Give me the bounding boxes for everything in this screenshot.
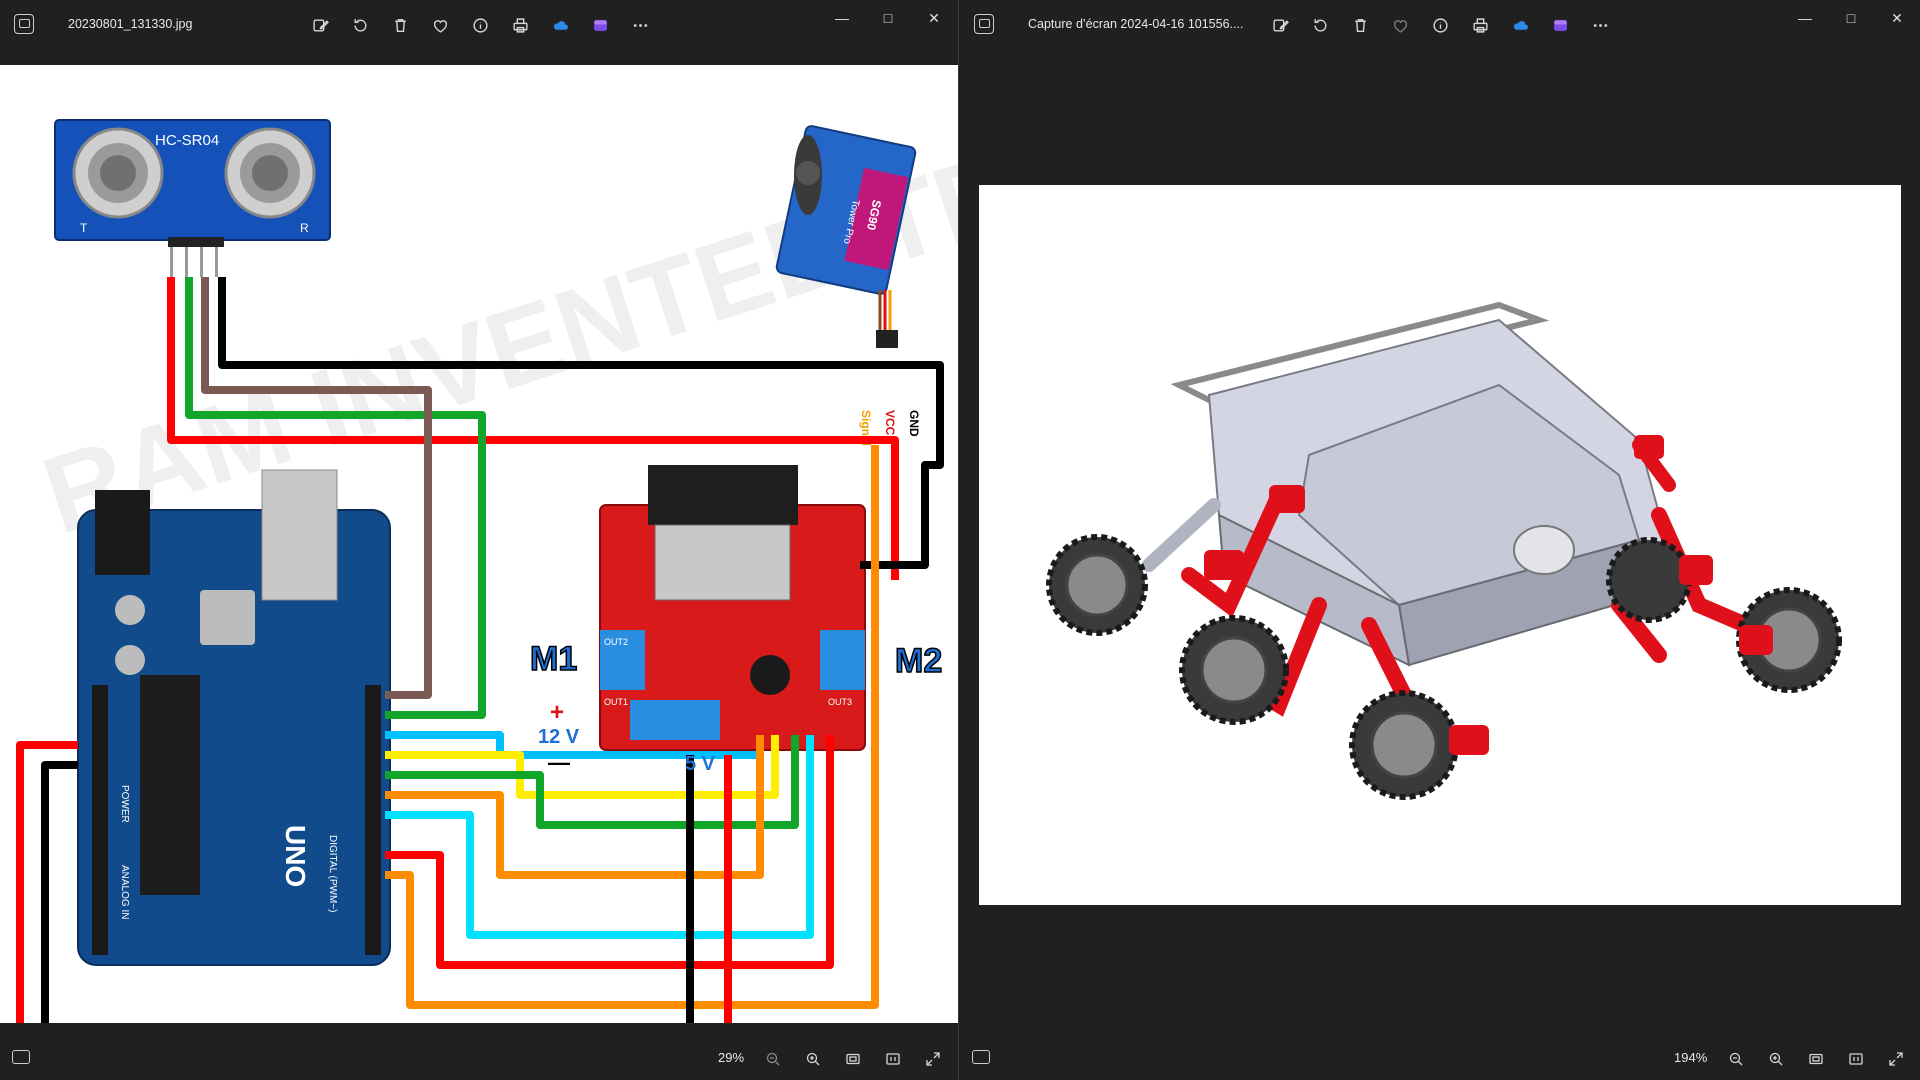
motor-2-label: M2 (895, 642, 942, 680)
board-name: UNO (280, 825, 311, 887)
servo-vcc-label: VCC (883, 410, 897, 436)
sensor-label: HC-SR04 (155, 132, 219, 149)
photos-app-icon (14, 14, 34, 34)
motor-1-label: M1 (530, 640, 577, 678)
delete-icon[interactable] (380, 12, 420, 38)
board-analog-label: ANALOG IN (119, 865, 130, 919)
photos-app-icon (974, 14, 994, 34)
image-toolbar (300, 12, 660, 38)
fit-to-window-icon[interactable] (1796, 1046, 1836, 1072)
more-icon[interactable] (620, 12, 660, 38)
sensor-r-label: R (300, 221, 309, 235)
info-icon[interactable] (460, 12, 500, 38)
info-icon[interactable] (1420, 12, 1460, 38)
out2-label: OUT2 (604, 637, 628, 647)
file-name: Capture d’écran 2024-04-16 101556.... (1028, 17, 1244, 31)
zoom-controls (1716, 1046, 1916, 1072)
wiring-diagram-image: RAM INVENTED TECH HC-SR04 T R (0, 65, 958, 1054)
arduino-uno-board: UNO DIGITAL (PWM~) ANALOG IN POWER (77, 469, 391, 966)
delete-icon[interactable] (1340, 12, 1380, 38)
zoom-in-icon[interactable] (793, 1046, 833, 1072)
actual-size-icon[interactable] (873, 1046, 913, 1072)
onedrive-icon[interactable] (1500, 12, 1540, 38)
voltage-12-label: 12 V (538, 726, 580, 748)
print-icon[interactable] (1460, 12, 1500, 38)
zoom-out-icon[interactable] (753, 1046, 793, 1072)
zoom-level: 29% (718, 1050, 745, 1065)
l298n-motor-driver: OUT1 OUT2 OUT3 (599, 465, 866, 751)
minus-label: — (548, 750, 570, 775)
status-bar: 194% (960, 1038, 1920, 1080)
zoom-level: 194% (1674, 1050, 1708, 1065)
image-toolbar (1260, 12, 1620, 38)
image-viewer[interactable]: RAM INVENTED TECH HC-SR04 T R (0, 65, 958, 1054)
servo-gnd-label: GND (907, 410, 921, 437)
zoom-out-icon[interactable] (1716, 1046, 1756, 1072)
board-digital-label: DIGITAL (PWM~) (327, 835, 338, 913)
more-icon[interactable] (1580, 12, 1620, 38)
status-bar: 29% (0, 1038, 958, 1080)
edit-icon[interactable] (1260, 12, 1300, 38)
sensor-t-label: T (80, 221, 88, 235)
window-controls: — □ ✕ (819, 6, 957, 30)
rotate-icon[interactable] (340, 12, 380, 38)
zoom-controls (753, 1046, 953, 1072)
wiring-diagram: RAM INVENTED TECH HC-SR04 T R (16, 80, 958, 1054)
plus-label: + (550, 699, 564, 726)
fit-to-window-icon[interactable] (833, 1046, 873, 1072)
rover-render-image (979, 185, 1901, 905)
image-viewer[interactable] (960, 65, 1920, 1023)
minimize-button[interactable]: — (819, 6, 865, 30)
file-name: 20230801_131330.jpg (68, 17, 193, 31)
rotate-icon[interactable] (1300, 12, 1340, 38)
photos-window-right: Capture d’écran 2024-04-16 101556.... — … (960, 0, 1920, 1080)
fullscreen-icon[interactable] (913, 1046, 953, 1072)
onedrive-icon[interactable] (540, 12, 580, 38)
edit-icon[interactable] (300, 12, 340, 38)
title-bar[interactable]: Capture d’écran 2024-04-16 101556.... — … (960, 0, 1920, 48)
favorite-icon[interactable] (1380, 12, 1420, 38)
favorite-icon[interactable] (420, 12, 460, 38)
rover-render (1046, 301, 1842, 800)
maximize-button[interactable]: □ (1828, 6, 1874, 30)
out1-label: OUT1 (604, 697, 628, 707)
minimize-button[interactable]: — (1782, 6, 1828, 30)
window-controls: — □ ✕ (1782, 6, 1920, 30)
clipchamp-icon[interactable] (580, 12, 620, 38)
ultrasonic-sensor: HC-SR04 T R (54, 119, 331, 277)
filmstrip-icon[interactable] (12, 1050, 30, 1064)
zoom-in-icon[interactable] (1756, 1046, 1796, 1072)
out3-label: OUT3 (828, 697, 852, 707)
close-button[interactable]: ✕ (911, 6, 957, 30)
clipchamp-icon[interactable] (1540, 12, 1580, 38)
filmstrip-icon[interactable] (972, 1050, 990, 1064)
photos-window-left: 20230801_131330.jpg — □ ✕ RAM INVENTED T… (0, 0, 959, 1080)
actual-size-icon[interactable] (1836, 1046, 1876, 1072)
fullscreen-icon[interactable] (1876, 1046, 1916, 1072)
maximize-button[interactable]: □ (865, 6, 911, 30)
close-button[interactable]: ✕ (1874, 6, 1920, 30)
board-power-label: POWER (119, 785, 130, 823)
title-bar[interactable]: 20230801_131330.jpg — □ ✕ (0, 0, 958, 48)
print-icon[interactable] (500, 12, 540, 38)
voltage-5-label: 5 V (685, 753, 716, 775)
